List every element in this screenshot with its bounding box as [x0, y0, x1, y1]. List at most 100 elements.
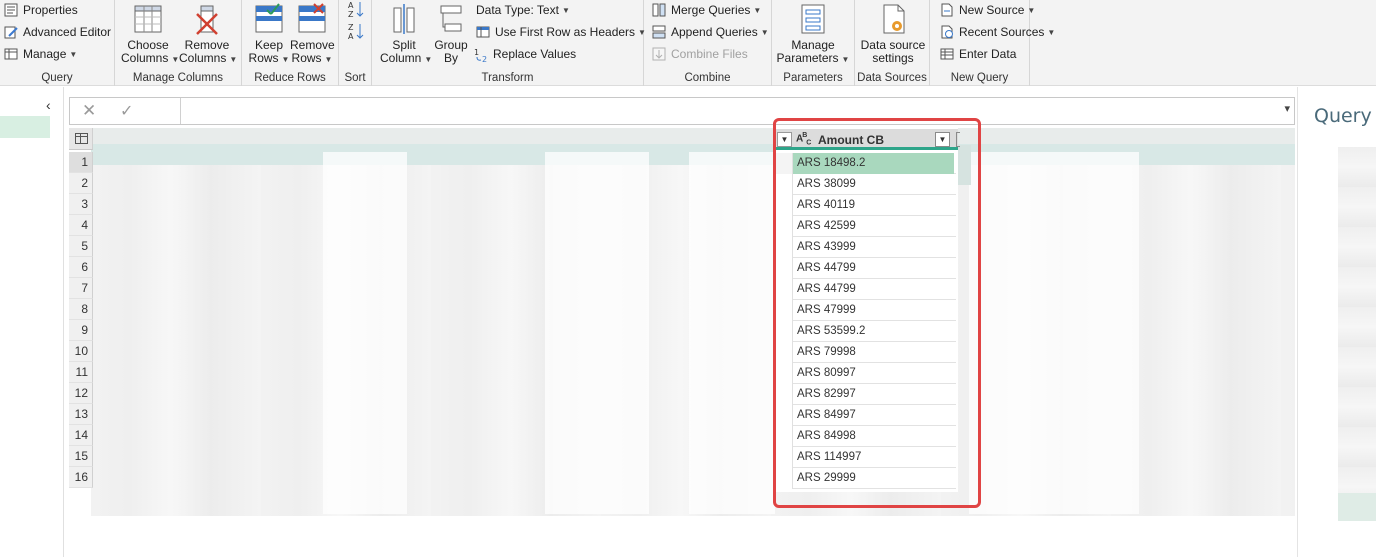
remove-rows-button[interactable]: Remove Rows ▼ [290, 2, 335, 66]
query-group-label: Query [41, 72, 73, 84]
enter-data-button[interactable]: Enter Data [940, 44, 1016, 64]
data-type-label: Data Type: Text [476, 3, 559, 17]
replace-values-icon: 12 [474, 47, 489, 64]
row-number[interactable]: 13 [69, 404, 93, 425]
data-source-settings-button[interactable]: Data source settings [857, 2, 929, 65]
use-first-row-label: Use First Row as Headers [495, 25, 636, 39]
row-number[interactable]: 9 [69, 320, 93, 341]
replace-values-label: Replace Values [493, 47, 577, 61]
reduce-rows-group-label: Reduce Rows [254, 72, 326, 84]
keep-rows-button[interactable]: Keep Rows ▼ [248, 2, 290, 66]
group-by-label: Group By [434, 38, 468, 65]
new-query-group-label: New Query [950, 72, 1009, 84]
choose-columns-button[interactable]: Choose Columns ▼ [121, 2, 179, 66]
data-grid: 1 2 3 4 5 6 7 8 9 10 11 12 13 14 15 16 [69, 128, 1295, 520]
recent-sources-icon [940, 25, 955, 39]
manage-parameters-label: Manage Parameters ▼ [776, 38, 850, 65]
merge-queries-button[interactable]: Merge Queries ▼ [652, 0, 761, 20]
blurred-column-gap [545, 152, 649, 514]
row-number[interactable]: 4 [69, 215, 93, 236]
table-icon [940, 47, 955, 61]
cancel-icon[interactable]: ✕ [82, 101, 96, 121]
chevron-down-icon: ▼ [561, 5, 570, 15]
data-type-dropdown[interactable]: Data Type: Text ▼ [476, 0, 570, 20]
manage-button[interactable]: Manage ▼ [4, 44, 77, 64]
data-sources-group-label: Data Sources [857, 72, 927, 84]
chevron-down-icon: ▼ [1047, 27, 1056, 37]
group-by-button[interactable]: Group By [430, 2, 472, 65]
parameters-group-label: Parameters [783, 72, 843, 84]
new-source-button[interactable]: New Source ▼ [940, 0, 1035, 20]
new-source-icon [940, 3, 955, 17]
manage-parameters-button[interactable]: Manage Parameters ▼ [776, 2, 850, 66]
properties-button[interactable]: Properties [4, 0, 78, 20]
row-number-column: 1 2 3 4 5 6 7 8 9 10 11 12 13 14 15 16 [69, 152, 93, 488]
data-sources-group: Data source settings Data Sources [855, 0, 930, 86]
blurred-column-gap [969, 152, 1139, 514]
row-number[interactable]: 8 [69, 299, 93, 320]
svg-text:A: A [348, 1, 354, 10]
parameters-group: Manage Parameters ▼ Parameters [772, 0, 855, 86]
ribbon: Properties Advanced Editor Manage ▼ Quer… [0, 0, 1376, 86]
append-queries-label: Append Queries [671, 25, 758, 39]
combine-files-label: Combine Files [671, 47, 748, 61]
transform-group: Split Column ▼ Group By Data Type: Text ▼… [372, 0, 646, 86]
new-query-group: New Source ▼ Recent Sources ▼ Enter Data… [930, 0, 1055, 86]
svg-text:Z: Z [348, 23, 354, 32]
remove-rows-icon [296, 2, 328, 36]
sort-group: AZ ZA Sort [339, 0, 372, 86]
table-menu-button[interactable] [69, 128, 93, 150]
row-number[interactable]: 15 [69, 446, 93, 467]
row-number[interactable]: 11 [69, 362, 93, 383]
row-number[interactable]: 3 [69, 194, 93, 215]
use-first-row-as-headers-button[interactable]: Use First Row as Headers ▼ [476, 22, 646, 42]
remove-columns-icon [191, 2, 223, 36]
split-column-button[interactable]: Split Column ▼ [380, 2, 432, 66]
remove-columns-label: Remove Columns ▼ [179, 38, 238, 65]
row-number[interactable]: 7 [69, 278, 93, 299]
expand-formula-icon[interactable]: ▾ [1284, 102, 1290, 115]
svg-text:A: A [348, 32, 354, 40]
combine-group-label: Combine [684, 72, 731, 84]
combine-files-icon [652, 47, 667, 61]
sort-ascending-button[interactable]: AZ [347, 0, 365, 20]
query-settings-title: Query S [1314, 105, 1376, 127]
row-number[interactable]: 6 [69, 257, 93, 278]
advanced-editor-label: Advanced Editor [23, 25, 112, 39]
recent-sources-button[interactable]: Recent Sources ▼ [940, 22, 1055, 42]
collapse-pane-icon[interactable]: ‹ [46, 97, 51, 113]
keep-rows-icon [253, 2, 285, 36]
annotation-highlight-box [773, 118, 981, 508]
combine-group: Merge Queries ▼ Append Queries ▼ Combine… [644, 0, 772, 86]
selected-query-item[interactable] [0, 116, 50, 138]
row-number[interactable]: 5 [69, 236, 93, 257]
chevron-down-icon: ▼ [1027, 5, 1036, 15]
confirm-icon[interactable]: ✓ [120, 101, 133, 121]
combine-files-button[interactable]: Combine Files [652, 44, 748, 64]
headers-icon [476, 25, 491, 39]
formula-bar[interactable]: ✕ ✓ ▾ [69, 97, 1295, 125]
row-number[interactable]: 16 [69, 467, 93, 488]
sort-descending-button[interactable]: ZA [347, 22, 365, 42]
remove-columns-button[interactable]: Remove Columns ▼ [179, 2, 238, 66]
blurred-column-gap [323, 152, 407, 514]
advanced-editor-button[interactable]: Advanced Editor [4, 22, 111, 42]
append-queries-icon [652, 25, 667, 39]
row-number[interactable]: 1 [69, 152, 93, 173]
manage-columns-group-label: Manage Columns [132, 72, 224, 84]
sort-ascending-icon: AZ [347, 0, 365, 21]
replace-values-button[interactable]: 12 Replace Values [474, 44, 576, 64]
data-source-settings-label: Data source settings [860, 38, 926, 65]
row-number[interactable]: 10 [69, 341, 93, 362]
row-number[interactable]: 14 [69, 425, 93, 446]
group-by-icon [435, 2, 467, 36]
chevron-down-icon: ▼ [69, 49, 78, 59]
row-number[interactable]: 2 [69, 173, 93, 194]
table-icon [75, 133, 88, 144]
new-source-label: New Source [959, 3, 1025, 17]
chevron-down-icon: ▼ [760, 27, 769, 37]
append-queries-button[interactable]: Append Queries ▼ [652, 22, 769, 42]
enter-data-label: Enter Data [959, 47, 1017, 61]
row-number[interactable]: 12 [69, 383, 93, 404]
blurred-properties [1338, 147, 1376, 507]
